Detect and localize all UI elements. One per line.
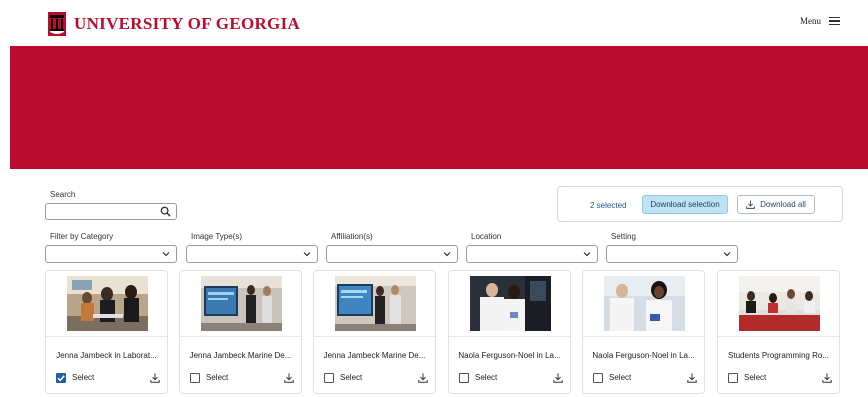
- check-icon: [57, 375, 65, 382]
- download-all-button[interactable]: Download all: [737, 195, 815, 214]
- site-header: UNIVERSITY OF GEORGIA Menu: [0, 0, 868, 46]
- affiliation-select[interactable]: [326, 245, 458, 263]
- download-icon[interactable]: [150, 373, 160, 383]
- thumbnail-area: [583, 271, 704, 337]
- chevron-down-icon: [583, 252, 591, 257]
- card-footer: Select: [190, 371, 294, 385]
- selected-count: 2 selected: [590, 201, 627, 210]
- card-title: Naola Ferguson-Noel in La...: [592, 351, 695, 360]
- select-label[interactable]: Select: [744, 373, 766, 383]
- thumbnail-area: [718, 271, 839, 337]
- card-footer: Select: [593, 371, 697, 385]
- select-checkbox[interactable]: [190, 373, 200, 383]
- hero-banner: [10, 46, 868, 169]
- chevron-down-icon: [162, 252, 170, 257]
- image-thumbnail[interactable]: [335, 276, 416, 331]
- select-checkbox[interactable]: [728, 373, 738, 383]
- menu-label: Menu: [800, 16, 821, 26]
- download-icon[interactable]: [822, 373, 832, 383]
- setting-select[interactable]: [606, 245, 738, 263]
- select-checkbox[interactable]: [56, 373, 66, 383]
- chevron-down-icon: [723, 252, 731, 257]
- hamburger-icon: [829, 17, 840, 25]
- select-label[interactable]: Select: [475, 373, 497, 383]
- search-icon[interactable]: [160, 206, 171, 217]
- filter-category: Filter by Category: [45, 232, 177, 263]
- image-thumbnail[interactable]: [604, 276, 685, 331]
- select-label[interactable]: Select: [340, 373, 362, 383]
- arch-icon: [48, 12, 66, 36]
- search-input[interactable]: [46, 206, 156, 222]
- thumbnail-area: [180, 271, 301, 337]
- download-icon[interactable]: [687, 373, 697, 383]
- image-thumbnail[interactable]: [739, 276, 820, 331]
- download-all-label: Download all: [760, 200, 806, 209]
- filter-affiliation: Affiliation(s): [326, 232, 458, 263]
- image-card[interactable]: Students Programming Ro... Select: [717, 270, 840, 394]
- image-card[interactable]: Naola Ferguson-Noel in La... Select: [448, 270, 571, 394]
- filter-label: Affiliation(s): [331, 232, 373, 241]
- filter-location: Location: [466, 232, 598, 263]
- card-footer: Select: [459, 371, 563, 385]
- card-title: Naola Ferguson-Noel in La...: [458, 351, 561, 360]
- download-icon[interactable]: [553, 373, 563, 383]
- card-footer: Select: [324, 371, 428, 385]
- image-thumbnail[interactable]: [67, 276, 148, 331]
- image-thumbnail[interactable]: [201, 276, 282, 331]
- image-card[interactable]: Naola Ferguson-Noel in La... Select: [582, 270, 705, 394]
- download-selection-button[interactable]: Download selection: [642, 195, 728, 214]
- card-footer: Select: [56, 371, 160, 385]
- select-checkbox[interactable]: [459, 373, 469, 383]
- download-icon[interactable]: [418, 373, 428, 383]
- select-label[interactable]: Select: [72, 373, 94, 383]
- filter-setting: Setting: [606, 232, 738, 263]
- select-checkbox[interactable]: [324, 373, 334, 383]
- thumbnail-area: [449, 271, 570, 337]
- image-card[interactable]: Jenna Jambeck Marine De... Select: [179, 270, 302, 394]
- filter-label: Image Type(s): [191, 232, 242, 241]
- filter-label: Filter by Category: [50, 232, 114, 241]
- filter-label: Location: [471, 232, 502, 241]
- image-thumbnail[interactable]: [470, 276, 551, 331]
- search-label: Search: [50, 190, 76, 199]
- chevron-down-icon: [443, 252, 451, 257]
- card-title: Students Programming Ro...: [728, 351, 829, 360]
- brand-name: UNIVERSITY OF GEORGIA: [74, 14, 301, 33]
- select-checkbox[interactable]: [593, 373, 603, 383]
- download-icon[interactable]: [284, 373, 294, 383]
- filter-image-type: Image Type(s): [186, 232, 318, 263]
- image-card[interactable]: Jenna Jambeck Marine De... Select: [313, 270, 436, 394]
- download-panel: 2 selected Download selection Download a…: [557, 186, 843, 222]
- card-title: Jenna Jambeck Marine De...: [323, 351, 426, 360]
- filter-label: Setting: [611, 232, 636, 241]
- select-label[interactable]: Select: [206, 373, 228, 383]
- thumbnail-area: [46, 271, 167, 337]
- image-type-select[interactable]: [186, 245, 318, 263]
- card-footer: Select: [728, 371, 832, 385]
- thumbnail-area: [314, 271, 435, 337]
- card-title: Jenna Jambeck in Laborat...: [56, 351, 157, 360]
- chevron-down-icon: [303, 252, 311, 257]
- card-title: Jenna Jambeck Marine De...: [189, 351, 292, 360]
- search-field[interactable]: [45, 203, 177, 222]
- download-icon: [746, 200, 755, 209]
- image-card[interactable]: Jenna Jambeck in Laborat... Select: [45, 270, 168, 394]
- menu-button[interactable]: Menu: [800, 16, 840, 26]
- download-selection-label: Download selection: [650, 200, 720, 209]
- university-logo[interactable]: UNIVERSITY OF GEORGIA: [48, 12, 300, 36]
- location-select[interactable]: [466, 245, 598, 263]
- select-label[interactable]: Select: [609, 373, 631, 383]
- category-select[interactable]: [45, 245, 177, 263]
